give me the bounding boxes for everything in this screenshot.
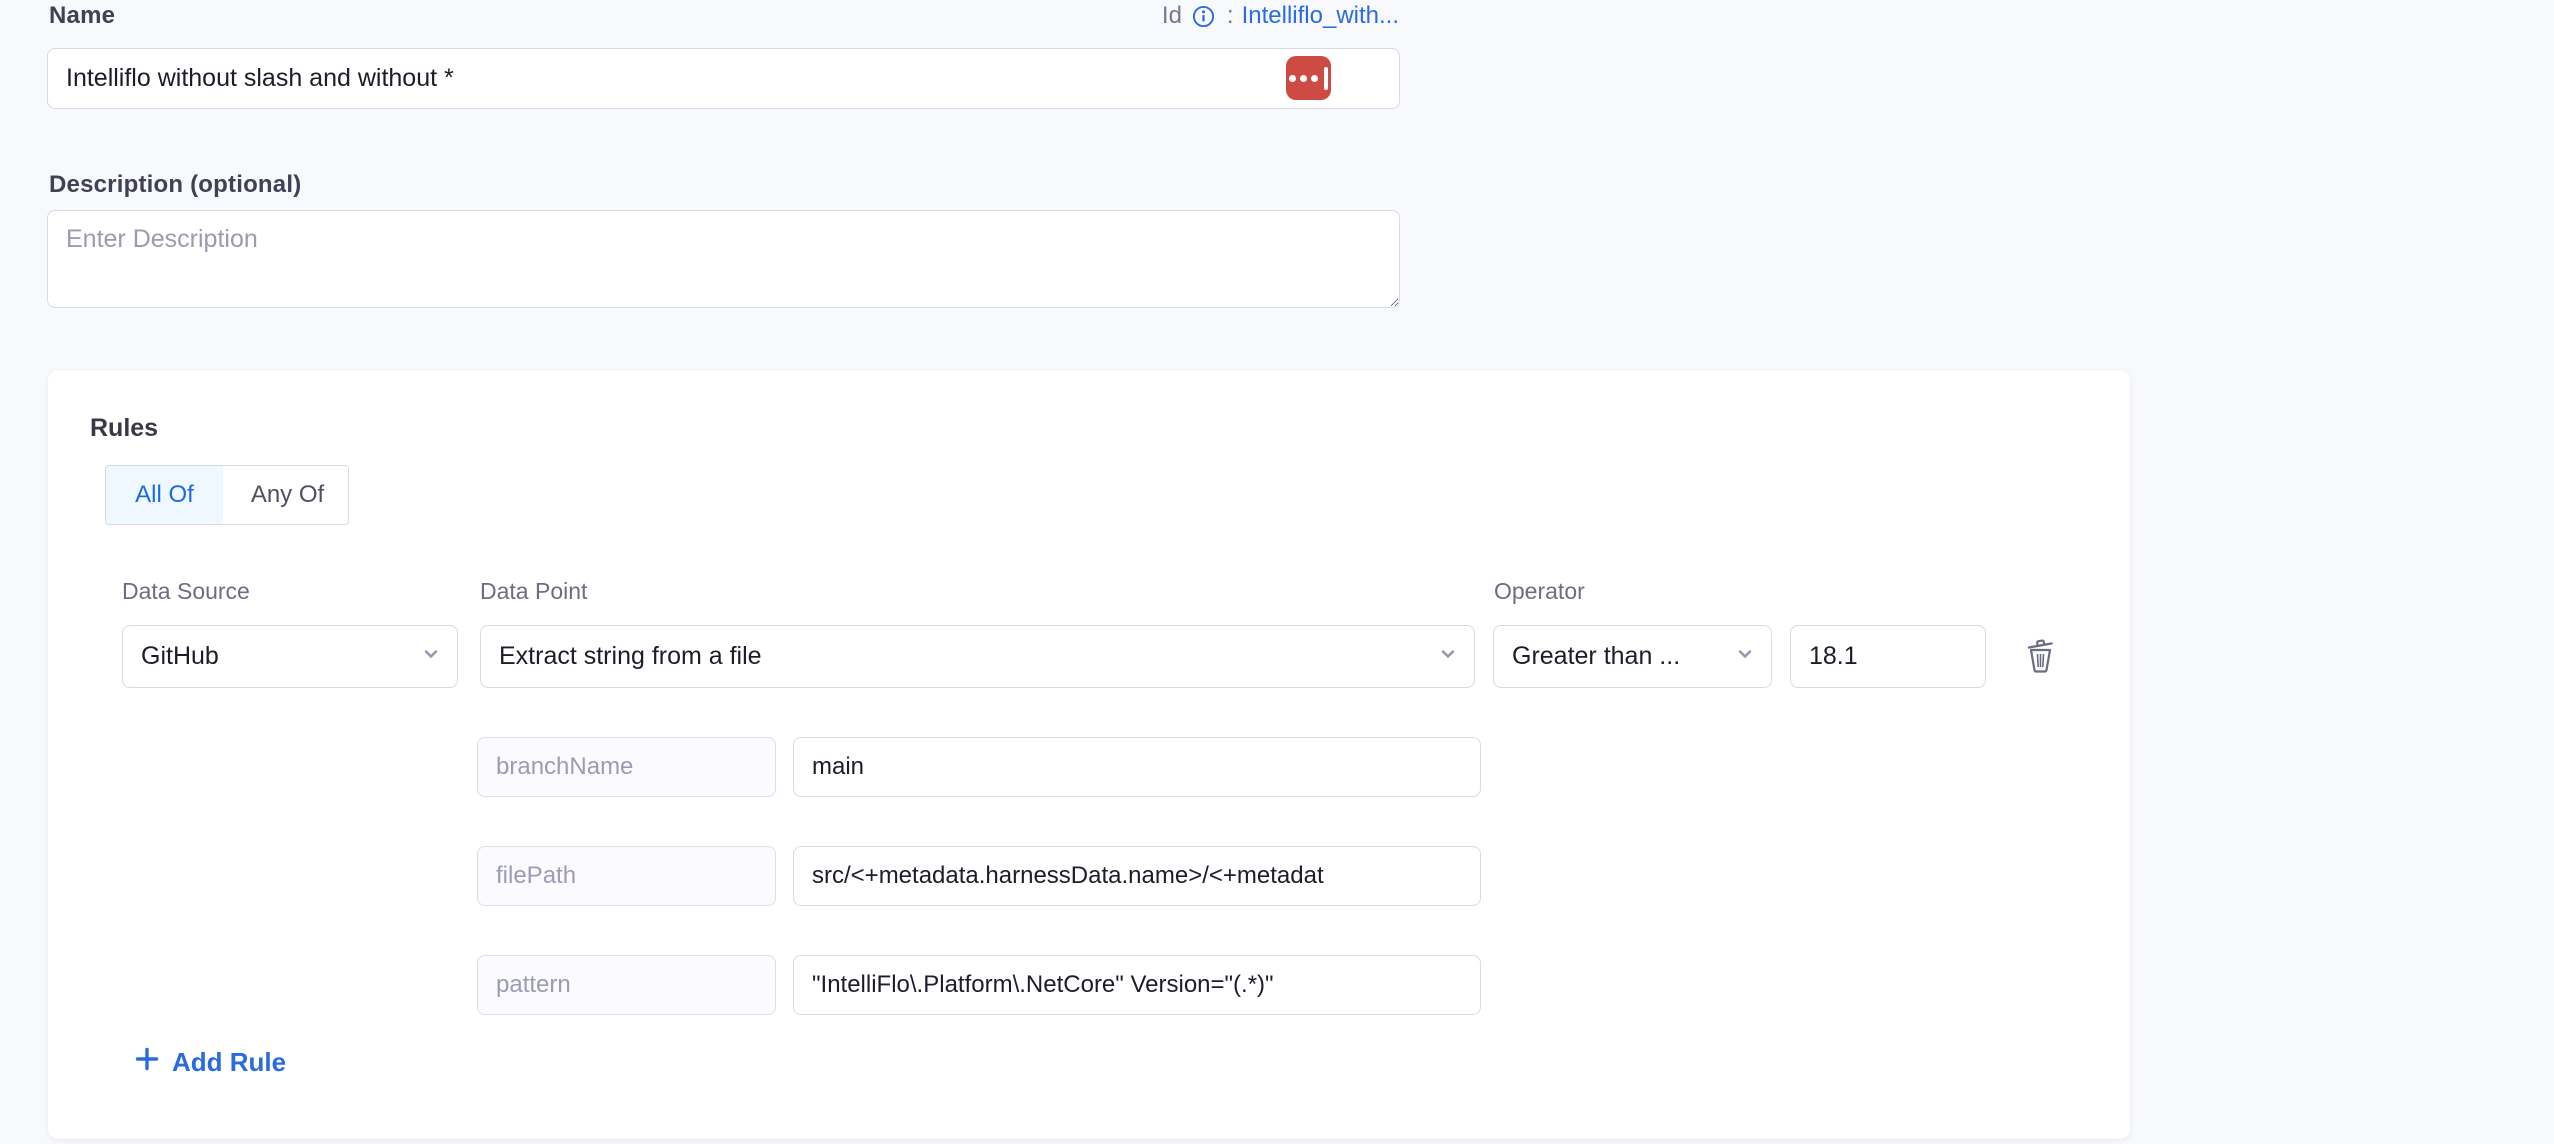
trash-icon — [2018, 666, 2062, 681]
lastpass-dot — [1300, 75, 1307, 82]
name-field-header: Name Id : Intelliflo_with... — [49, 2, 1399, 30]
operator-value-input[interactable] — [1790, 625, 1986, 688]
lastpass-autofill-icon[interactable] — [1286, 56, 1331, 100]
id-label: Id — [1162, 2, 1182, 30]
data-point-select[interactable]: Extract string from a file — [480, 625, 1475, 688]
chevron-down-icon — [1438, 642, 1458, 671]
lastpass-dot — [1289, 75, 1296, 82]
chevron-down-icon — [421, 642, 441, 671]
delete-rule-button[interactable] — [2016, 632, 2064, 680]
operator-label: Operator — [1494, 578, 1585, 605]
description-label: Description (optional) — [49, 171, 301, 199]
rules-card: Rules All Of Any Of Data Source Data Poi… — [48, 370, 2130, 1139]
data-source-value: GitHub — [141, 642, 219, 671]
param-key-input[interactable] — [477, 955, 776, 1015]
data-source-select[interactable]: GitHub — [122, 625, 458, 688]
param-key-input[interactable] — [477, 737, 776, 797]
rule-match-toggle: All Of Any Of — [105, 465, 349, 525]
name-input[interactable] — [47, 48, 1400, 109]
lastpass-bar — [1324, 67, 1328, 90]
entity-id-row: Id : Intelliflo_with... — [1162, 2, 1399, 30]
data-point-value: Extract string from a file — [499, 642, 762, 671]
description-textarea[interactable] — [47, 210, 1400, 308]
param-value-input[interactable] — [793, 737, 1481, 797]
data-source-label: Data Source — [122, 578, 250, 605]
id-colon: : — [1227, 2, 1234, 30]
info-icon[interactable] — [1192, 5, 1215, 28]
plus-icon — [134, 1046, 160, 1079]
any-of-toggle[interactable]: Any Of — [227, 466, 348, 524]
rules-title: Rules — [90, 414, 158, 443]
operator-select[interactable]: Greater than ... — [1493, 625, 1772, 688]
param-key-input[interactable] — [477, 846, 776, 906]
param-value-input[interactable] — [793, 846, 1481, 906]
add-rule-label: Add Rule — [172, 1047, 286, 1078]
name-label: Name — [49, 2, 115, 30]
operator-value: Greater than ... — [1512, 642, 1680, 671]
all-of-toggle[interactable]: All Of — [106, 466, 223, 524]
param-value-input[interactable] — [793, 955, 1481, 1015]
data-point-label: Data Point — [480, 578, 587, 605]
id-value-link[interactable]: Intelliflo_with... — [1242, 2, 1399, 30]
add-rule-button[interactable]: Add Rule — [134, 1046, 286, 1079]
lastpass-dot — [1311, 75, 1318, 82]
chevron-down-icon — [1735, 642, 1755, 671]
